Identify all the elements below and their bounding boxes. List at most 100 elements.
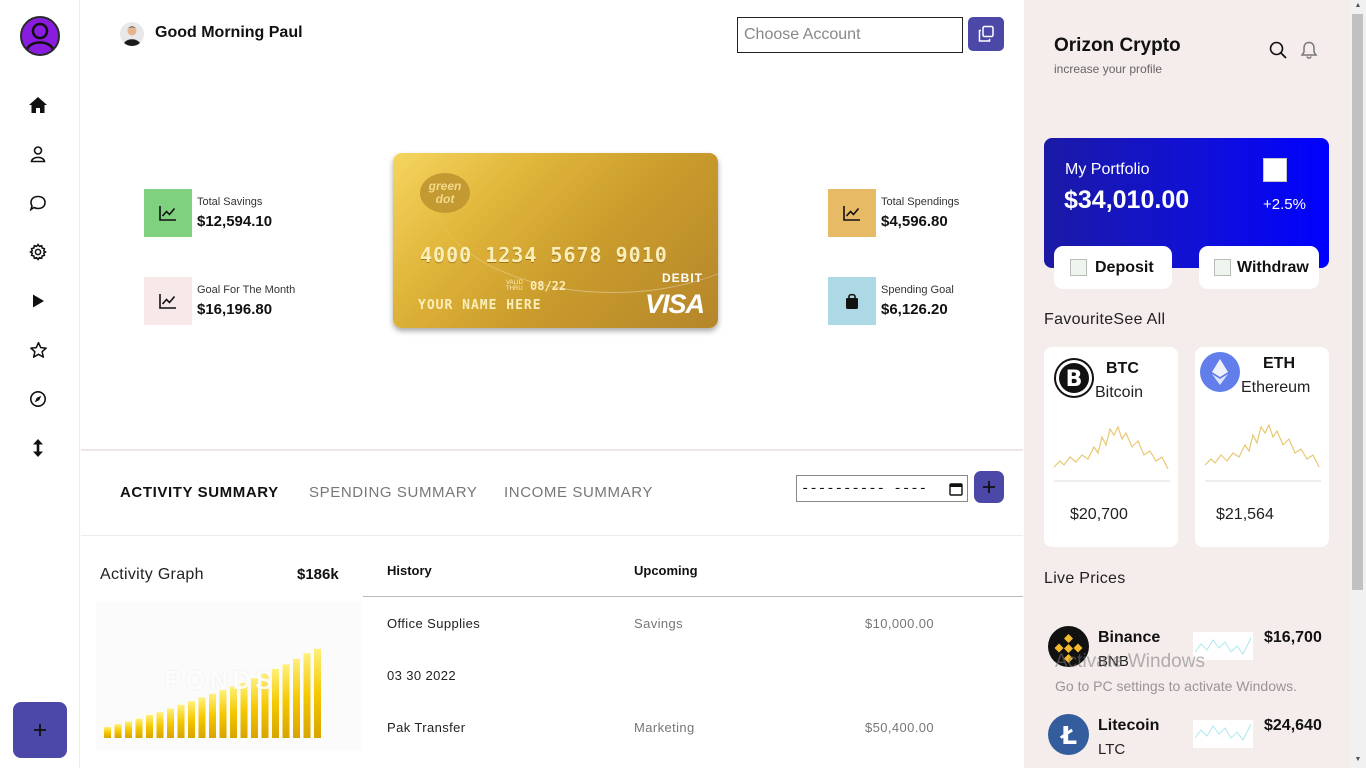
activation-line2: Go to PC settings to activate Windows. <box>1055 678 1297 694</box>
bell-icon[interactable] <box>1299 40 1319 60</box>
stat-value: $4,596.80 <box>881 213 948 230</box>
card-holder: YOUR NAME HERE <box>418 298 542 313</box>
date-input[interactable]: ---------- ---- <box>796 475 968 502</box>
tab-income-summary[interactable]: INCOME SUMMARY <box>504 484 653 501</box>
favourite-card-btc[interactable]: B BTC Bitcoin $20,700 <box>1044 347 1178 547</box>
table-header-line <box>363 596 1023 597</box>
row-amount: $50,400.00 <box>865 720 935 735</box>
coin-ticker: LTC <box>1098 741 1126 758</box>
user-avatar[interactable] <box>20 16 60 56</box>
btc-sparkline <box>1053 425 1170 482</box>
card-type: DEBIT <box>662 271 703 285</box>
favourite-card-eth[interactable]: ETH Ethereum $21,564 <box>1195 347 1329 547</box>
stat-label: Total Spendings <box>881 196 960 208</box>
activity-graph-title: Activity Graph <box>100 566 204 583</box>
activity-bar <box>303 653 311 738</box>
activity-bar <box>135 718 143 738</box>
add-fab-button[interactable] <box>13 702 67 758</box>
greeting-text: Good Morning Paul <box>155 24 303 41</box>
see-all-link[interactable]: See All <box>1113 311 1165 328</box>
chart-icon <box>828 189 876 237</box>
tab-spending-summary[interactable]: SPENDING SUMMARY <box>309 484 478 501</box>
card-expiry: 08/22 <box>530 279 567 293</box>
activity-bar <box>177 704 185 738</box>
row-date: 03 30 2022 <box>387 668 457 683</box>
card-brand-logo: green dot <box>420 173 470 213</box>
panel-title: Orizon Crypto <box>1054 35 1181 56</box>
activity-bar <box>114 724 122 738</box>
activity-bar <box>167 708 174 738</box>
gear-icon[interactable] <box>26 240 50 264</box>
panel-subtitle: increase your profile <box>1054 62 1163 76</box>
live-row-litecoin[interactable]: Ł Litecoin LTC $24,640 <box>1048 714 1338 762</box>
scroll-down-arrow[interactable]: ▼ <box>1353 756 1363 766</box>
activity-bar <box>198 697 206 738</box>
activity-bar <box>219 690 227 738</box>
activity-bar <box>314 648 321 738</box>
activity-total: $186k <box>297 566 339 583</box>
row-name: Pak Transfer <box>387 720 466 735</box>
scrollbar-thumb[interactable] <box>1352 14 1363 590</box>
stat-value: $6,126.20 <box>881 301 948 318</box>
activity-bar <box>125 721 132 738</box>
history-header[interactable]: History <box>387 563 432 578</box>
eth-sparkline <box>1204 423 1321 482</box>
user-icon[interactable] <box>26 142 50 166</box>
search-icon[interactable] <box>1268 40 1288 60</box>
chat-icon[interactable] <box>26 191 50 215</box>
deposit-label: Deposit <box>1095 258 1154 276</box>
portfolio-label: My Portfolio <box>1065 161 1150 178</box>
activity-bar <box>188 701 195 738</box>
deposit-icon <box>1070 259 1087 276</box>
activation-line1: Activate Windows <box>1055 651 1205 672</box>
copy-icon <box>978 25 994 42</box>
activity-bar <box>146 715 153 738</box>
activity-bar <box>293 658 300 738</box>
coin-price: $24,640 <box>1264 717 1322 734</box>
withdraw-icon <box>1214 259 1231 276</box>
section-divider <box>81 449 1023 451</box>
home-icon[interactable] <box>26 93 50 117</box>
live-prices-heading: Live Prices <box>1044 570 1126 587</box>
coin-symbol: BTC <box>1106 360 1139 377</box>
shopping-bag-icon <box>828 277 876 325</box>
copy-button[interactable] <box>968 17 1004 51</box>
activity-graph: PONDS <box>96 602 361 750</box>
stat-total-spendings: Total Spendings $4,596.80 <box>828 189 959 237</box>
visa-logo: VISA <box>644 289 705 319</box>
row-amount: $10,000.00 <box>865 616 935 631</box>
plus-icon <box>983 481 995 493</box>
card-valid-label: VALID THRU <box>506 280 523 292</box>
debit-card: green dot 4000 1234 5678 9010 VALID THRU… <box>393 153 718 328</box>
withdraw-label: Withdraw <box>1237 258 1309 276</box>
coin-price: $20,700 <box>1070 506 1128 523</box>
stat-value: $12,594.10 <box>197 213 273 230</box>
sort-arrows-icon[interactable] <box>26 436 50 460</box>
svg-text:Ł: Ł <box>1059 721 1077 750</box>
stat-value: $16,196.80 <box>197 301 273 318</box>
withdraw-button[interactable]: Withdraw <box>1199 246 1319 289</box>
coin-name: Ethereum <box>1241 379 1311 396</box>
upcoming-header[interactable]: Upcoming <box>634 563 698 578</box>
activity-bar <box>209 693 216 738</box>
deposit-button[interactable]: Deposit <box>1054 246 1172 289</box>
calendar-icon[interactable] <box>949 482 963 496</box>
add-button[interactable] <box>974 471 1004 503</box>
stat-label: Goal For The Month <box>197 284 296 296</box>
coin-price: $21,564 <box>1216 506 1274 523</box>
chart-icon <box>144 277 192 325</box>
card-number: 4000 1234 5678 9010 <box>420 243 668 267</box>
favourite-heading: FavouriteSee All <box>1044 311 1165 329</box>
scroll-up-arrow[interactable]: ▲ <box>1353 2 1363 12</box>
tabs-divider <box>81 535 1023 536</box>
star-icon[interactable] <box>26 338 50 362</box>
compass-icon[interactable] <box>26 387 50 411</box>
choose-account-input[interactable] <box>737 17 963 53</box>
stat-total-savings: Total Savings $12,594.10 <box>144 189 272 237</box>
row-name: Office Supplies <box>387 616 481 631</box>
row-category: Marketing <box>634 720 695 735</box>
scrollbar[interactable]: ▲ ▼ <box>1350 0 1366 768</box>
play-icon[interactable] <box>26 289 50 313</box>
ethereum-icon <box>1200 352 1240 392</box>
tab-activity-summary[interactable]: ACTIVITY SUMMARY <box>120 484 279 501</box>
